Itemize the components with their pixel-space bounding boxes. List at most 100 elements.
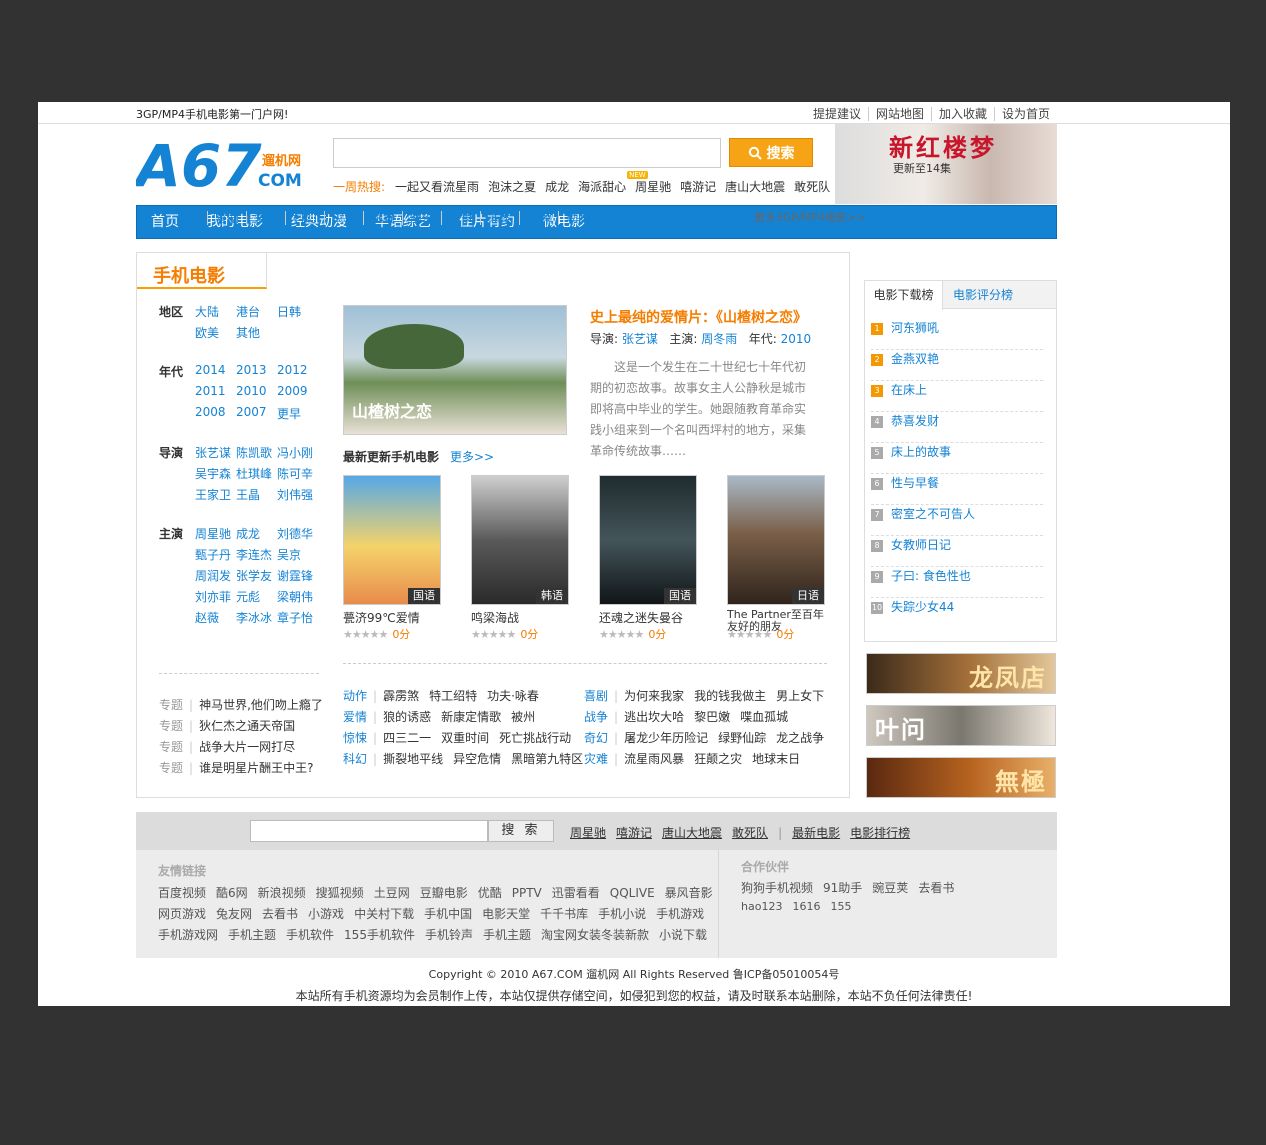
genre-link[interactable]: 奇幻 bbox=[584, 731, 608, 745]
friend-link[interactable]: 暴风音影 bbox=[665, 886, 713, 900]
friend-link[interactable]: 155手机软件 bbox=[344, 928, 415, 942]
genre-item[interactable]: 异空危情 bbox=[453, 752, 501, 766]
filter-item[interactable]: 2011 bbox=[195, 384, 226, 398]
filter-item[interactable]: 更早 bbox=[277, 405, 301, 422]
partner-link[interactable]: hao123 bbox=[741, 900, 782, 913]
friend-link[interactable]: 兔友网 bbox=[216, 907, 252, 921]
genre-item[interactable]: 狂颠之灾 bbox=[694, 752, 742, 766]
cat-link[interactable]: 悬疑 bbox=[363, 211, 403, 225]
movie-title[interactable]: 甍济99℃爱情 bbox=[343, 609, 447, 626]
friend-link[interactable]: 手机软件 bbox=[286, 928, 334, 942]
link-bookmark[interactable]: 加入收藏 bbox=[930, 107, 994, 121]
footer-link[interactable]: 敢死队 bbox=[732, 826, 768, 840]
genre-item[interactable]: 屠龙少年历险记 bbox=[624, 731, 708, 745]
more-movies-link[interactable]: 更多3GP/MP4电影>> bbox=[754, 209, 865, 225]
rank-item[interactable]: 6 性与早餐 bbox=[871, 474, 1043, 505]
movie-poster[interactable]: 日语 bbox=[727, 475, 825, 605]
friend-link[interactable]: 新浪视频 bbox=[258, 886, 306, 900]
topic-link[interactable]: 神马世界,他们吻上瘾了 bbox=[199, 698, 323, 712]
filter-item[interactable]: 大陆 bbox=[195, 303, 219, 320]
ad-banner[interactable]: 龙凤店 bbox=[866, 653, 1056, 694]
filter-item[interactable]: 章子怡 bbox=[277, 609, 313, 626]
link-feedback[interactable]: 提提建议 bbox=[806, 107, 868, 121]
cat-link[interactable]: 爱情 bbox=[246, 211, 286, 225]
filter-item[interactable]: 刘亦菲 bbox=[195, 588, 231, 605]
friend-link[interactable]: 手机主题 bbox=[483, 928, 531, 942]
filter-item[interactable]: 2007 bbox=[236, 405, 267, 419]
filter-item[interactable]: 欧美 bbox=[195, 324, 219, 341]
filter-item[interactable]: 2009 bbox=[277, 384, 308, 398]
rank-item[interactable]: 8 女教师日记 bbox=[871, 536, 1043, 567]
filter-item[interactable]: 张学友 bbox=[236, 567, 272, 584]
filter-item[interactable]: 谢霆锋 bbox=[277, 567, 313, 584]
section-tab[interactable]: 手机电影 bbox=[137, 253, 267, 289]
rank-item[interactable]: 2 金燕双艳 bbox=[871, 350, 1043, 381]
filter-item[interactable]: 甄子丹 bbox=[195, 546, 231, 563]
site-logo[interactable]: A67 遛机网 COM bbox=[132, 132, 308, 200]
filter-item[interactable]: 王家卫 bbox=[195, 486, 231, 503]
filter-item[interactable]: 杜琪峰 bbox=[236, 465, 272, 482]
rank-item[interactable]: 5 床上的故事 bbox=[871, 443, 1043, 474]
filter-item[interactable]: 刘伟强 bbox=[277, 486, 313, 503]
partner-link[interactable]: 91助手 bbox=[823, 881, 862, 895]
footer-link[interactable]: 周星驰 bbox=[570, 826, 606, 840]
cat-link[interactable]: 动作 bbox=[176, 211, 207, 225]
hot-item[interactable]: 敢死队 bbox=[794, 180, 830, 194]
friend-link[interactable]: 电影天堂 bbox=[482, 907, 530, 921]
genre-item[interactable]: 男上女下 bbox=[776, 689, 824, 703]
actor-link[interactable]: 周冬雨 bbox=[701, 332, 737, 346]
search-input[interactable] bbox=[333, 138, 721, 168]
genre-item[interactable]: 霹雳煞 bbox=[383, 689, 419, 703]
link-homepage[interactable]: 设为首页 bbox=[993, 107, 1057, 121]
movie-title[interactable]: 还魂之迷失曼谷 bbox=[599, 609, 703, 626]
partner-link[interactable]: 狗狗手机视频 bbox=[741, 881, 813, 895]
partner-link[interactable]: 豌豆荚 bbox=[872, 881, 908, 895]
cat-link[interactable]: 战争 bbox=[441, 211, 481, 225]
genre-item[interactable]: 死亡挑战行动 bbox=[499, 731, 571, 745]
filter-item[interactable]: 2012 bbox=[277, 363, 308, 377]
year-link[interactable]: 2010 bbox=[781, 332, 812, 346]
rank-item[interactable]: 3 在床上 bbox=[871, 381, 1043, 412]
friend-link[interactable]: 优酷 bbox=[478, 886, 502, 900]
cat-link[interactable]: 喜剧 bbox=[207, 211, 247, 225]
genre-item[interactable]: 黑暗第九特区 bbox=[511, 752, 583, 766]
filter-item[interactable]: 李冰冰 bbox=[236, 609, 272, 626]
genre-item[interactable]: 四三二一 bbox=[383, 731, 431, 745]
hot-item[interactable]: 嘻游记 bbox=[680, 180, 716, 194]
filter-item[interactable]: 其他 bbox=[236, 324, 260, 341]
hot-item[interactable]: 泡沫之夏 bbox=[488, 180, 536, 194]
friend-link[interactable]: 酷6网 bbox=[216, 886, 248, 900]
genre-item[interactable]: 地球末日 bbox=[752, 752, 800, 766]
movie-poster[interactable]: 国语 bbox=[599, 475, 697, 605]
filter-item[interactable]: 周润发 bbox=[195, 567, 231, 584]
genre-item[interactable]: 双重时间 bbox=[441, 731, 489, 745]
friend-link[interactable]: 手机铃声 bbox=[425, 928, 473, 942]
genre-item[interactable]: 绿野仙踪 bbox=[718, 731, 766, 745]
genre-item[interactable]: 撕裂地平线 bbox=[383, 752, 443, 766]
genre-link[interactable]: 喜剧 bbox=[584, 689, 608, 703]
friend-link[interactable]: 手机小说 bbox=[598, 907, 646, 921]
genre-item[interactable]: 我的钱我做主 bbox=[694, 689, 766, 703]
friend-link[interactable]: 去看书 bbox=[262, 907, 298, 921]
filter-item[interactable]: 成龙 bbox=[236, 525, 260, 542]
footer-link[interactable]: 嘻游记 bbox=[616, 826, 652, 840]
friend-link[interactable]: 小说下载 bbox=[659, 928, 707, 942]
footer-link[interactable]: 唐山大地震 bbox=[662, 826, 722, 840]
filter-item[interactable]: 王晶 bbox=[236, 486, 260, 503]
genre-item[interactable]: 特工绍特 bbox=[429, 689, 477, 703]
friend-link[interactable]: 豆瓣电影 bbox=[420, 886, 468, 900]
rank-item[interactable]: 7 密室之不可告人 bbox=[871, 505, 1043, 536]
filter-item[interactable]: 2013 bbox=[236, 363, 267, 377]
topic-link[interactable]: 谁是明星片酬王中王? bbox=[199, 761, 313, 775]
filter-item[interactable]: 梁朝伟 bbox=[277, 588, 313, 605]
filter-item[interactable]: 冯小刚 bbox=[277, 444, 313, 461]
ad-banner[interactable]: 無極 bbox=[866, 757, 1056, 798]
friend-link[interactable]: 小游戏 bbox=[308, 907, 344, 921]
genre-link[interactable]: 科幻 bbox=[343, 752, 367, 766]
latest-more-link[interactable]: 更多>> bbox=[450, 448, 494, 465]
topic-item[interactable]: 专题 | 神马世界,他们吻上瘾了 bbox=[159, 696, 323, 713]
genre-link[interactable]: 爱情 bbox=[343, 710, 367, 724]
filter-item[interactable]: 赵薇 bbox=[195, 609, 219, 626]
movie-title[interactable]: 鸣梁海战 bbox=[471, 609, 575, 626]
friend-link[interactable]: 迅雷看看 bbox=[552, 886, 600, 900]
